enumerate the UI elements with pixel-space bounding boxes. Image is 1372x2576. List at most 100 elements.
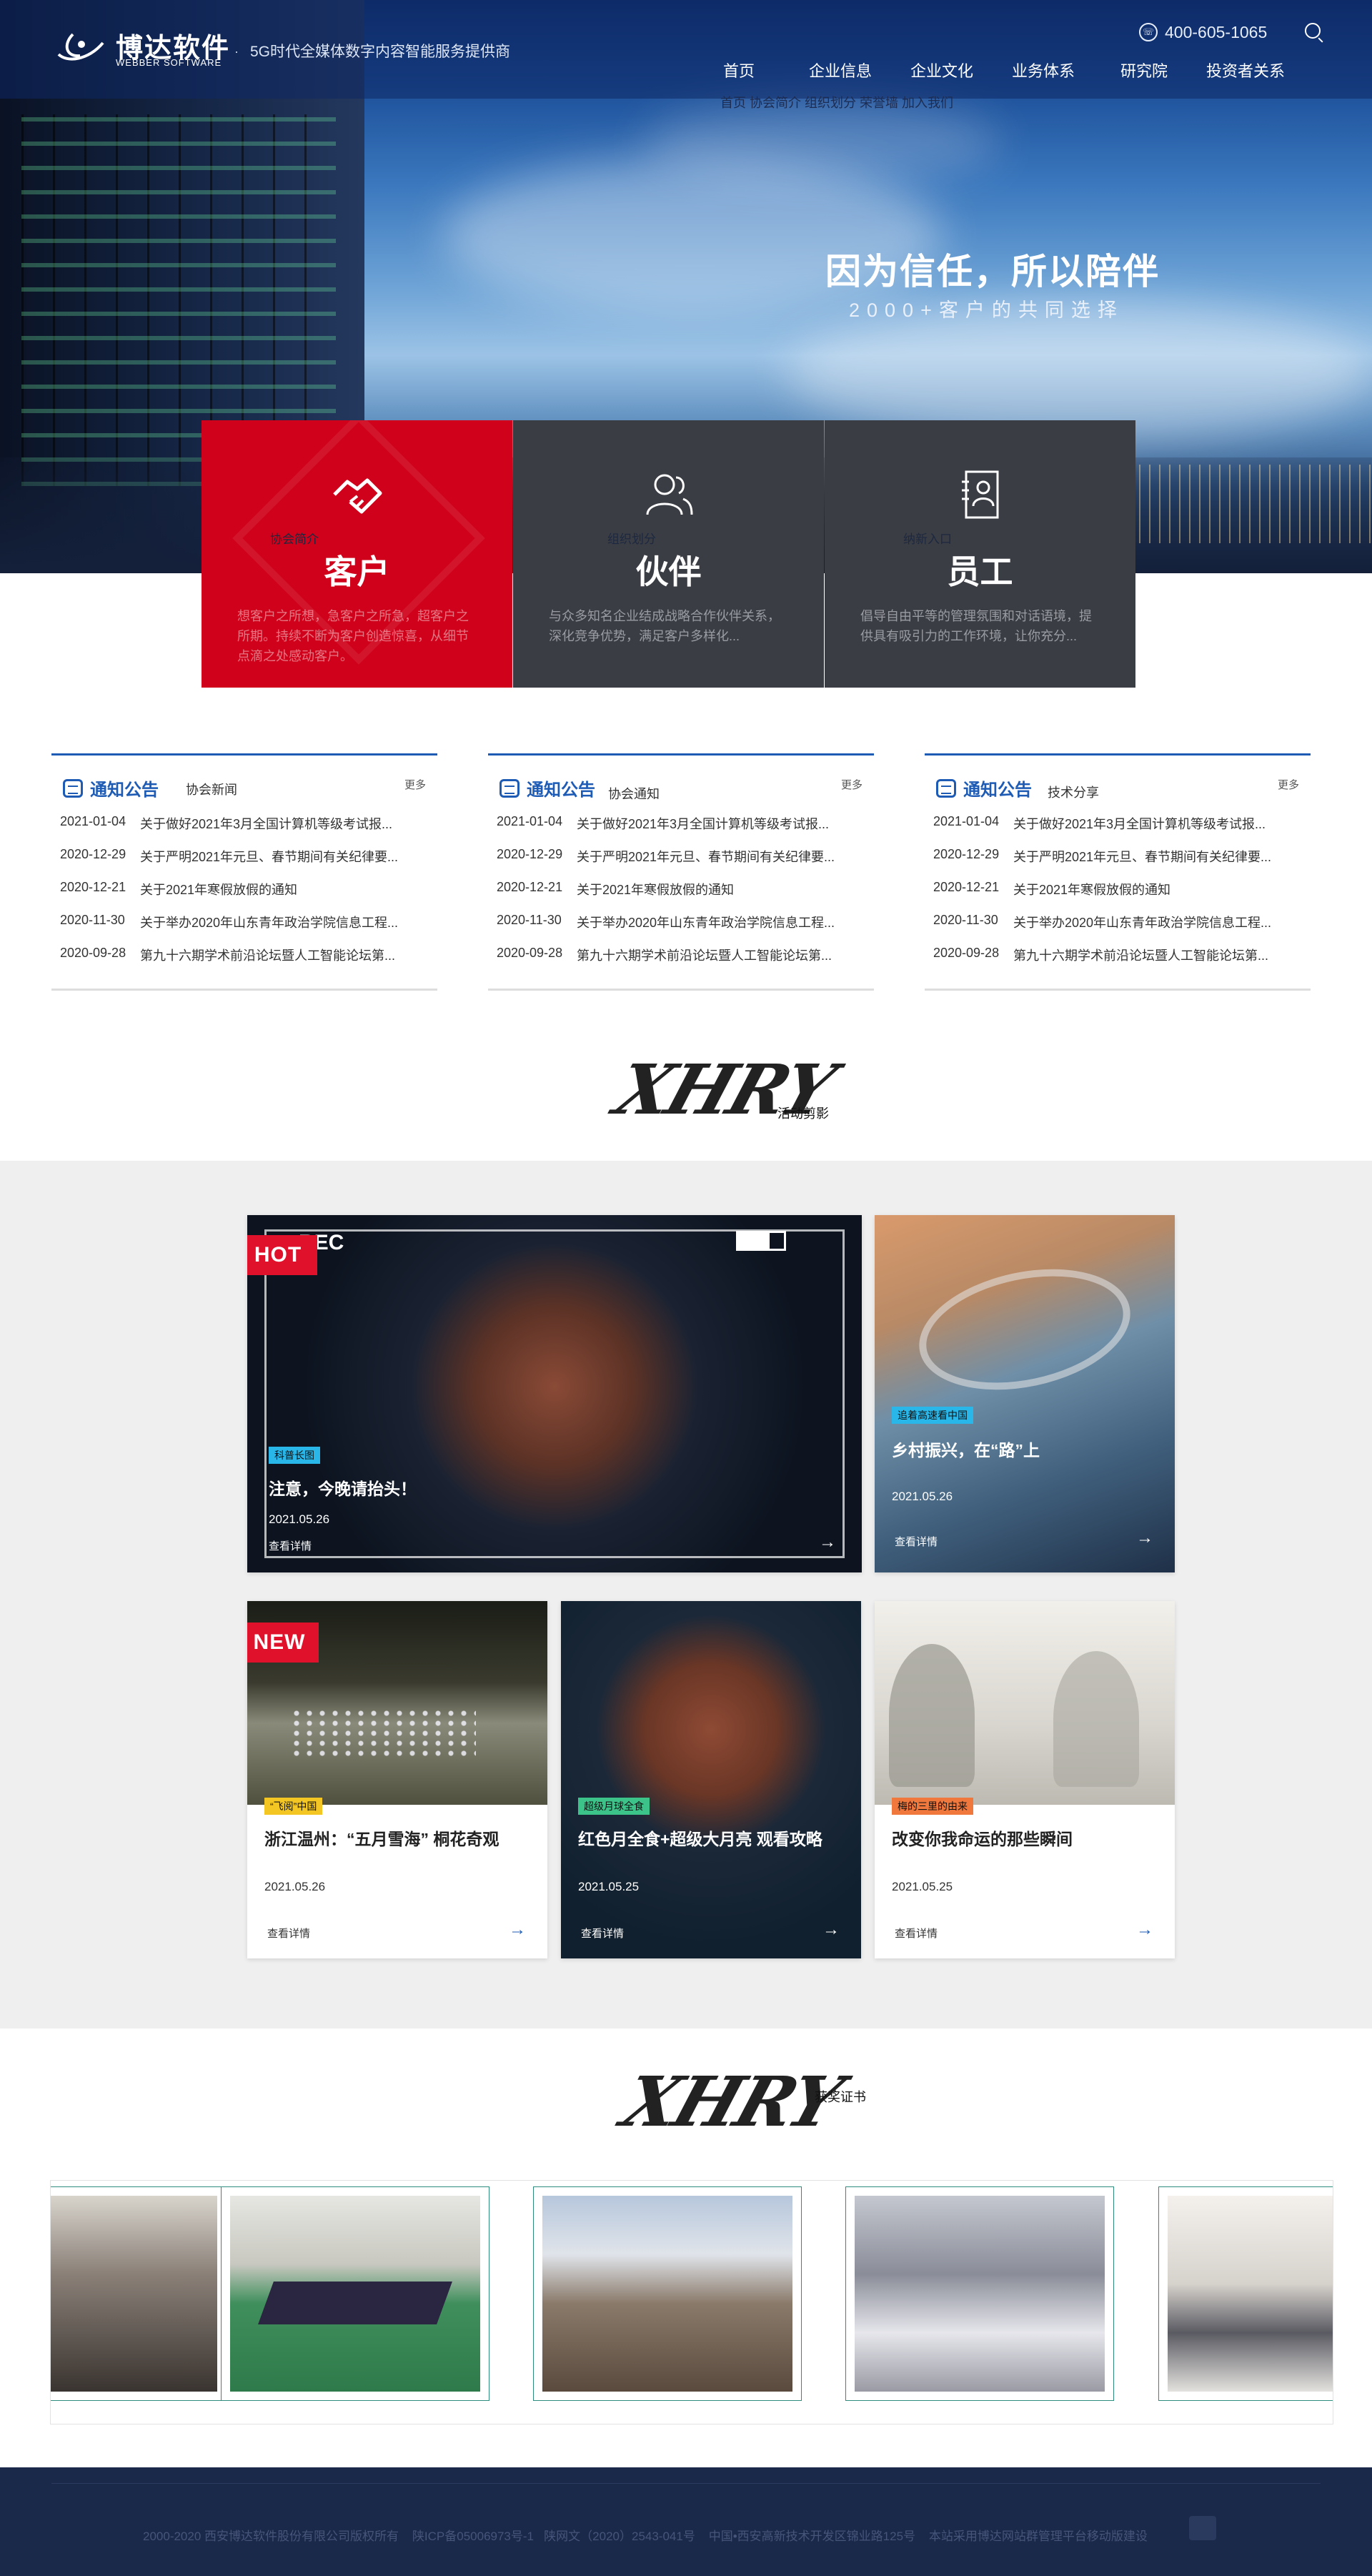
- list-item[interactable]: 2021-01-04 关于做好2021年3月全国计算机等级考试报...: [60, 814, 430, 847]
- tile-tag: “飞阅”中国: [264, 1798, 323, 1815]
- notice-panel-news: 通知公告 协会新闻 更多 2021-01-04 关于做好2021年3月全国计算机等…: [51, 753, 437, 991]
- more-link[interactable]: 更多: [1278, 777, 1299, 792]
- nav-culture[interactable]: 企业文化: [910, 59, 973, 81]
- activity-card[interactable]: 追着高速看中国 乡村振兴，在“路”上 2021.05.26 查看详情 →: [875, 1215, 1175, 1572]
- arrow-right-icon[interactable]: →: [822, 1920, 840, 1940]
- activity-subtitle: 活动剪影: [777, 1106, 829, 1121]
- card-employee-title: 员工: [947, 553, 1013, 590]
- awards-carousel[interactable]: [50, 2180, 1333, 2424]
- award-photo[interactable]: [221, 2186, 489, 2401]
- list-item[interactable]: 2020-11-30 关于举办2020年山东青年政治学院信息工程...: [497, 913, 867, 946]
- card-customer[interactable]: 协会简介 客户 想客户之所想，急客户之所急，超客户之所期。持续不断为客户创造惊喜…: [202, 420, 512, 688]
- more-link[interactable]: 更多: [404, 777, 426, 792]
- notice-panel-tech: 通知公告 技术分享 更多 2021-01-04 关于做好2021年3月全国计算机等…: [925, 753, 1311, 991]
- card-employee-label: 纳新入口: [903, 532, 952, 546]
- activity-card[interactable]: REC HOT 科普长图 注意，今晚请抬头！ 2021.05.26 查看详情 →: [247, 1215, 862, 1572]
- arrow-right-icon[interactable]: →: [1136, 1528, 1153, 1548]
- phone-contact: ☏ 400-605-1065: [1139, 21, 1267, 43]
- hot-badge: HOT: [247, 1235, 317, 1275]
- notice-icon: [936, 778, 956, 798]
- footer-copyright: 2000-2020 西安博达软件股份有限公司版权所有 陕ICP备05006973…: [143, 2530, 1148, 2543]
- notice-panel-notice: 通知公告 协会通知 更多 2021-01-04 关于做好2021年3月全国计算机等…: [488, 753, 874, 991]
- card-partner[interactable]: 组织划分 伙伴 与众多知名企业结成战略合作伙伴关系，深化竞争优势，满足客户多样化…: [513, 420, 824, 688]
- notice-tab[interactable]: 协会通知: [608, 784, 660, 803]
- notice-title: 通知公告: [963, 781, 1032, 800]
- activity-card[interactable]: 超级月球全食 红色月全食+超级大月亮 观看攻略 2021.05.25 查看详情 …: [561, 1601, 861, 1958]
- list-item[interactable]: 2020-12-21 关于2021年寒假放假的通知: [497, 880, 867, 913]
- notice-title: 通知公告: [527, 781, 595, 800]
- activity-section: REC HOT 科普长图 注意，今晚请抬头！ 2021.05.26 查看详情 →…: [0, 1161, 1372, 2028]
- activity-card[interactable]: NEW “飞阅”中国 浙江温州：“五月雪海” 桐花奇观 2021.05.26 查…: [247, 1601, 547, 1958]
- list-item[interactable]: 2020-09-28 第九十六期学术前沿论坛暨人工智能论坛第...: [933, 946, 1303, 979]
- tile-tag: 科普长图: [269, 1447, 320, 1464]
- tile-date: 2021.05.26: [264, 1880, 326, 1893]
- tile-title: 浙江温州：“五月雪海” 桐花奇观: [264, 1830, 499, 1848]
- tile-date: 2021.05.25: [892, 1880, 953, 1893]
- site-header: 博达软件 WEBBER SOFTWARE · 5G时代全媒体数字内容智能服务提供…: [0, 0, 1372, 99]
- mobile-icon[interactable]: [1189, 2516, 1216, 2540]
- arrow-right-icon[interactable]: →: [1136, 1920, 1153, 1940]
- arrow-right-icon[interactable]: →: [509, 1920, 526, 1940]
- nav-home[interactable]: 首页: [723, 59, 755, 81]
- site-footer: 2000-2020 西安博达软件股份有限公司版权所有 陕ICP备05006973…: [0, 2467, 1372, 2576]
- notice-icon: [499, 778, 520, 798]
- list-item[interactable]: 2020-12-21 关于2021年寒假放假的通知: [933, 880, 1303, 913]
- list-item[interactable]: 2020-11-30 关于举办2020年山东青年政治学院信息工程...: [60, 913, 430, 946]
- partners-icon: [646, 474, 692, 515]
- nav-business[interactable]: 业务体系: [1012, 59, 1075, 81]
- list-item[interactable]: 2020-12-21 关于2021年寒假放假的通知: [60, 880, 430, 913]
- awards-subtitle: 获奖证书: [815, 2090, 866, 2104]
- tile-title: 乡村振兴，在“路”上: [892, 1441, 1040, 1460]
- tile-title: 红色月全食+超级大月亮 观看攻略: [578, 1830, 822, 1848]
- phone-icon: ☏: [1139, 23, 1158, 41]
- list-item[interactable]: 2020-12-29 关于严明2021年元旦、春节期间有关纪律要...: [933, 847, 1303, 880]
- tile-more-link[interactable]: 查看详情: [267, 1926, 310, 1941]
- sub-navigation[interactable]: 首页 协会简介 组织划分 荣誉墙 加入我们: [720, 93, 953, 112]
- notice-tab[interactable]: 技术分享: [1048, 783, 1099, 801]
- card-customer-title: 客户: [324, 553, 390, 590]
- card-employee[interactable]: 纳新入口 员工 倡导自由平等的管理氛围和对话语境，提供具有吸引力的工作环境，让你…: [825, 420, 1135, 688]
- new-badge: NEW: [247, 1623, 319, 1663]
- list-item[interactable]: 2021-01-04 关于做好2021年3月全国计算机等级考试报...: [933, 814, 1303, 847]
- list-item[interactable]: 2020-12-29 关于严明2021年元旦、春节期间有关纪律要...: [497, 847, 867, 880]
- award-photo[interactable]: [845, 2186, 1114, 2401]
- award-photo[interactable]: [1158, 2186, 1333, 2401]
- notice-title: 通知公告: [90, 781, 159, 800]
- award-photo[interactable]: [51, 2186, 227, 2401]
- battery-icon: [736, 1231, 786, 1251]
- tile-title: 改变你我命运的那些瞬间: [892, 1830, 1073, 1848]
- slogan: 5G时代全媒体数字内容智能服务提供商: [250, 44, 511, 60]
- nav-investors[interactable]: 投资者关系: [1206, 59, 1285, 81]
- logo-separator: ·: [234, 44, 239, 59]
- list-item[interactable]: 2021-01-04 关于做好2021年3月全国计算机等级考试报...: [497, 814, 867, 847]
- card-customer-desc: 想客户之所想，急客户之所急，超客户之所期。持续不断为客户创造惊喜，从细节点滴之处…: [237, 609, 469, 663]
- search-icon[interactable]: [1305, 23, 1321, 39]
- id-card-icon: [961, 470, 998, 519]
- tile-more-link[interactable]: 查看详情: [269, 1538, 312, 1553]
- hero-subtitle: 2000+客户的共同选择: [849, 299, 1124, 321]
- arrow-right-icon[interactable]: →: [819, 1532, 836, 1552]
- tile-more-link[interactable]: 查看详情: [895, 1534, 938, 1549]
- card-partner-desc: 与众多知名企业结成战略合作伙伴关系，深化竞争优势，满足客户多样化...: [549, 609, 780, 643]
- list-item[interactable]: 2020-09-28 第九十六期学术前沿论坛暨人工智能论坛第...: [497, 946, 867, 979]
- tile-tag: 梅的三里的由来: [892, 1798, 973, 1815]
- tile-more-link[interactable]: 查看详情: [581, 1926, 624, 1941]
- nav-research[interactable]: 研究院: [1120, 59, 1168, 81]
- logo-english: WEBBER SOFTWARE: [116, 57, 222, 68]
- notice-icon: [63, 778, 83, 798]
- activity-card[interactable]: 梅的三里的由来 改变你我命运的那些瞬间 2021.05.25 查看详情 →: [875, 1601, 1175, 1958]
- logo-mark-icon[interactable]: [56, 29, 109, 64]
- tile-tag: 超级月球全食: [578, 1798, 650, 1815]
- list-item[interactable]: 2020-11-30 关于举办2020年山东青年政治学院信息工程...: [933, 913, 1303, 946]
- tile-date: 2021.05.26: [269, 1512, 330, 1526]
- tile-more-link[interactable]: 查看详情: [895, 1926, 938, 1941]
- tile-date: 2021.05.25: [578, 1880, 640, 1893]
- notice-tab[interactable]: 协会新闻: [186, 780, 237, 798]
- more-link[interactable]: 更多: [841, 777, 863, 792]
- award-photo[interactable]: [533, 2186, 802, 2401]
- hero-title: 因为信任，所以陪伴: [825, 252, 1160, 292]
- list-item[interactable]: 2020-09-28 第九十六期学术前沿论坛暨人工智能论坛第...: [60, 946, 430, 979]
- highway-image: [875, 1215, 1175, 1572]
- list-item[interactable]: 2020-12-29 关于严明2021年元旦、春节期间有关纪律要...: [60, 847, 430, 880]
- nav-company-info[interactable]: 企业信息: [809, 59, 872, 81]
